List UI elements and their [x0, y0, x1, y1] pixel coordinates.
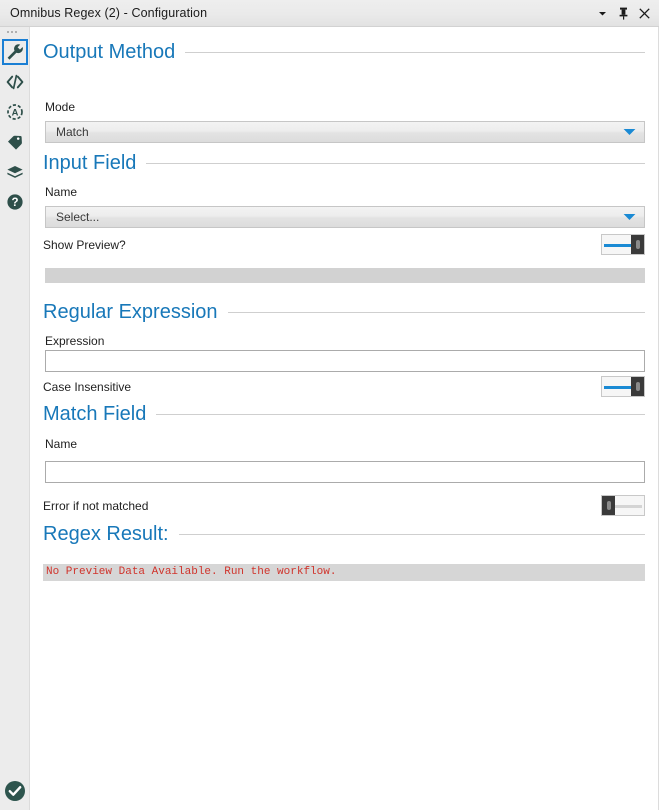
preview-placeholder-bar: [45, 268, 645, 283]
mode-dropdown-value: Match: [56, 125, 89, 139]
window-menu-chevron-icon[interactable]: [593, 3, 611, 23]
expression-label: Expression: [45, 334, 105, 348]
section-divider: [185, 51, 645, 53]
match-field-name-input-wrap: [45, 461, 645, 483]
regex-result-message: No Preview Data Available. Run the workf…: [46, 566, 337, 578]
show-preview-label: Show Preview?: [43, 237, 126, 252]
toggle-track: [604, 244, 632, 247]
case-insensitive-toggle[interactable]: [601, 376, 645, 397]
code-brackets-icon: [6, 73, 24, 91]
rail-item-xml[interactable]: [2, 69, 28, 95]
match-field-name-label: Name: [45, 437, 78, 451]
expression-input[interactable]: [45, 350, 645, 372]
grip-dot: [15, 31, 17, 33]
tool-rail: A ?: [0, 27, 30, 810]
chevron-down-icon: [623, 207, 636, 227]
match-field-name-input[interactable]: [45, 461, 645, 483]
grip-dot: [11, 31, 13, 33]
configuration-panel: Output Method Mode Match Input Field Nam…: [31, 27, 659, 810]
show-preview-row: Show Preview?: [43, 232, 645, 257]
rail-grip-handle[interactable]: [7, 31, 23, 35]
rail-status[interactable]: [0, 780, 30, 802]
section-title-regex-result: Regex Result:: [43, 523, 169, 545]
section-divider: [146, 162, 645, 164]
section-header-input-field: Input Field: [43, 153, 645, 173]
title-bar: Omnibus Regex (2) - Configuration: [0, 0, 659, 27]
mode-label: Mode: [45, 100, 76, 114]
section-divider: [156, 413, 645, 415]
rail-item-help[interactable]: ?: [2, 189, 28, 215]
pin-icon[interactable]: [614, 3, 632, 23]
rail-item-annotation[interactable]: A: [2, 99, 28, 125]
section-header-match-field: Match Field: [43, 404, 645, 424]
toggle-track: [614, 505, 642, 508]
error-if-not-matched-toggle[interactable]: [601, 495, 645, 516]
grip-dot: [7, 31, 9, 33]
section-header-output-method: Output Method: [43, 42, 645, 62]
toggle-knob: [631, 377, 644, 396]
expression-input-wrap: [45, 350, 645, 372]
section-divider: [227, 311, 645, 313]
section-header-regex-result: Regex Result:: [43, 524, 645, 544]
wrench-icon: [6, 43, 24, 61]
chevron-down-icon: [623, 122, 636, 142]
check-circle-icon: [4, 780, 26, 802]
svg-text:A: A: [12, 106, 19, 117]
section-title-input-field: Input Field: [43, 152, 137, 174]
toggle-knob: [631, 235, 644, 254]
title-bar-buttons: [593, 3, 653, 23]
input-field-name-dropdown[interactable]: Select...: [45, 206, 645, 228]
rail-icon-list: A ?: [0, 39, 30, 219]
error-if-not-matched-row: Error if not matched: [43, 493, 645, 518]
rail-item-tag[interactable]: [2, 129, 28, 155]
mode-dropdown[interactable]: Match: [45, 121, 645, 143]
case-insensitive-label: Case Insensitive: [43, 379, 132, 394]
close-icon[interactable]: [635, 3, 653, 23]
rail-item-package[interactable]: [2, 159, 28, 185]
svg-text:?: ?: [11, 197, 18, 209]
input-field-name-value: Select...: [56, 210, 100, 224]
configuration-window: Omnibus Regex (2) - Configuration A ? Ou…: [0, 0, 659, 810]
show-preview-toggle[interactable]: [601, 234, 645, 255]
annotation-target-icon: A: [6, 103, 24, 121]
rail-item-configuration[interactable]: [2, 39, 28, 65]
package-icon: [6, 163, 24, 181]
toggle-knob: [602, 496, 615, 515]
section-title-regular-expression: Regular Expression: [43, 301, 218, 323]
regex-result-bar: No Preview Data Available. Run the workf…: [43, 564, 645, 581]
help-question-icon: ?: [6, 193, 24, 211]
case-insensitive-row: Case Insensitive: [43, 374, 645, 399]
input-field-name-label: Name: [45, 185, 78, 199]
section-title-match-field: Match Field: [43, 403, 147, 425]
section-divider: [178, 533, 645, 535]
section-header-regular-expression: Regular Expression: [43, 302, 645, 322]
window-title: Omnibus Regex (2) - Configuration: [10, 6, 208, 20]
tag-icon: [6, 133, 24, 151]
toggle-track: [604, 386, 632, 389]
section-title-output-method: Output Method: [43, 41, 176, 63]
error-if-not-matched-label: Error if not matched: [43, 498, 149, 513]
